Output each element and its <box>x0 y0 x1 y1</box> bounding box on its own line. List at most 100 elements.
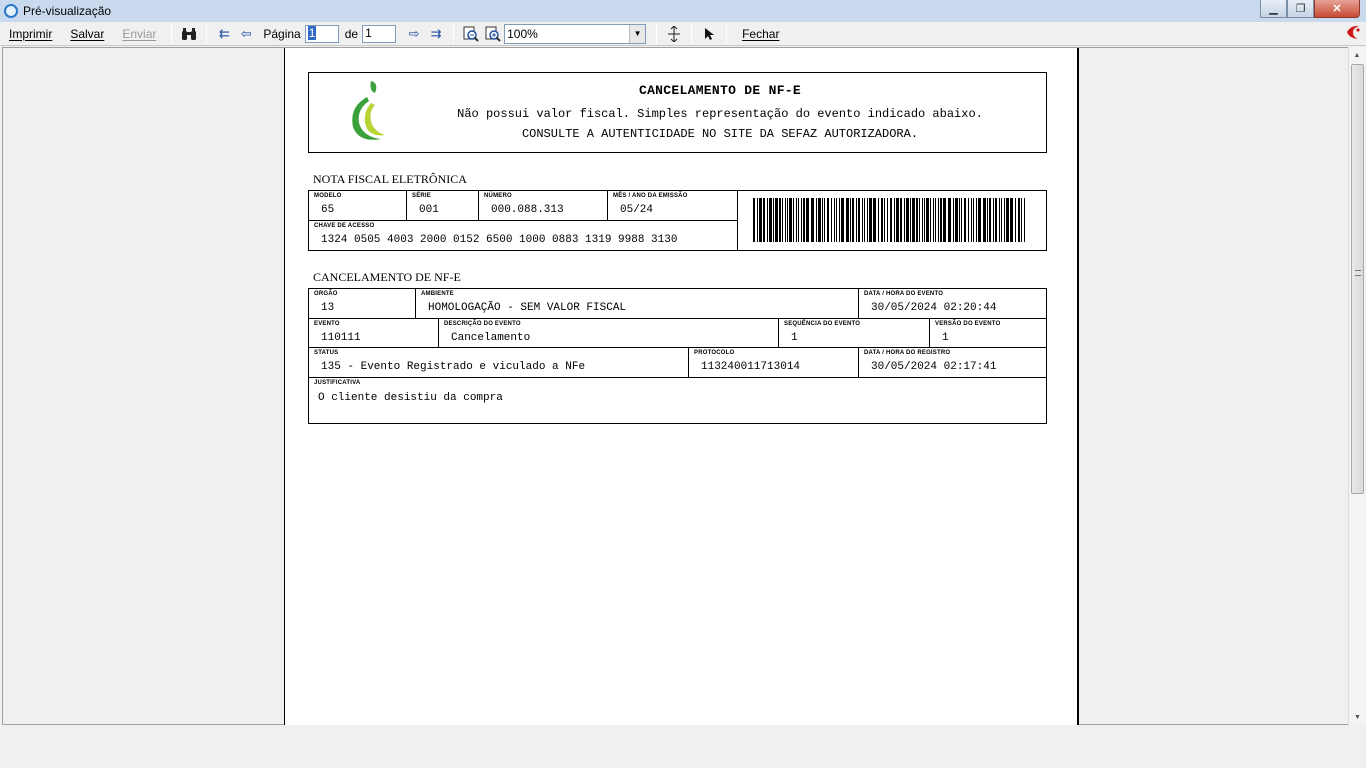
barcode-bar <box>836 198 837 242</box>
barcode-bar <box>822 198 823 242</box>
barcode-bar <box>971 198 972 242</box>
barcode-bar <box>831 198 832 242</box>
evento-cell: EVENTO 110111 <box>309 319 439 348</box>
last-page-icon[interactable]: ⇉ <box>426 24 446 44</box>
send-button[interactable]: Enviar <box>113 27 165 41</box>
barcode-bar <box>796 198 797 242</box>
scroll-up-icon[interactable]: ▲ <box>1349 47 1365 63</box>
minimize-button[interactable]: ▁ <box>1260 0 1287 18</box>
first-page-icon[interactable]: ⇇ <box>214 24 234 44</box>
barcode-bar <box>1024 198 1025 242</box>
barcode-bar <box>867 198 868 242</box>
document-header: CANCELAMENTO DE NF-E Não possui valor fi… <box>308 72 1047 153</box>
barcode-bar <box>900 198 902 242</box>
barcode-bar <box>827 198 829 242</box>
previous-page-icon[interactable]: ⇦ <box>236 24 256 44</box>
orgao-cell: ORGÃO 13 <box>309 289 416 319</box>
datahora-cell: DATA / HORA DO EVENTO 30/05/2024 02:20:4… <box>859 289 1047 319</box>
barcode-bar <box>834 198 835 242</box>
brand-logo-icon <box>1344 23 1362 46</box>
barcode-bar <box>878 198 879 242</box>
scroll-down-icon[interactable]: ▼ <box>1349 709 1366 725</box>
ambiente-cell: AMBIENTE HOMOLOGAÇÃO - SEM VALOR FISCAL <box>416 289 859 319</box>
close-preview-button[interactable]: Fechar <box>733 27 788 41</box>
barcode-bar <box>943 198 946 242</box>
nfe-section-title: NOTA FISCAL ELETRÔNICA <box>313 172 467 186</box>
next-page-icon[interactable]: ⇨ <box>404 24 424 44</box>
barcode-bar <box>846 198 849 242</box>
barcode-bar <box>757 198 758 242</box>
barcode-bar <box>906 198 909 242</box>
chave-value: 1324 0505 4003 2000 0152 6500 1000 0883 … <box>321 234 678 246</box>
barcode-bar <box>983 198 986 242</box>
barcode-bar <box>890 198 892 242</box>
barcode-bar <box>816 198 817 242</box>
vertical-scrollbar[interactable]: ▲ ▼ <box>1348 47 1365 725</box>
barcode-bar <box>919 198 920 242</box>
page-total-field: 1 <box>362 24 397 43</box>
barcode-bar <box>930 198 931 242</box>
barcode-bar <box>924 198 925 242</box>
justificativa-cell: JUSTIFICATIVA O cliente desistiu da comp… <box>314 380 503 404</box>
barcode-bar <box>961 198 962 242</box>
zoom-in-icon[interactable] <box>483 24 503 44</box>
barcode-bar <box>935 198 936 242</box>
barcode-bar <box>1018 198 1020 242</box>
toolbar-separator <box>726 23 728 44</box>
barcode-bar <box>789 198 792 242</box>
versao-cell: VERSÃO DO EVENTO 1 <box>930 319 1047 348</box>
document-page: CANCELAMENTO DE NF-E Não possui valor fi… <box>284 48 1079 725</box>
barcode-bar <box>940 198 942 242</box>
toolbar-separator <box>656 23 658 44</box>
barcode-bar <box>759 198 762 242</box>
find-binoculars-icon[interactable] <box>179 24 199 44</box>
barcode-bar <box>769 198 772 242</box>
barcode-bar <box>787 198 788 242</box>
maximize-button[interactable]: ❐ <box>1287 0 1314 18</box>
barcode-bar <box>976 198 977 242</box>
pointer-icon[interactable] <box>699 24 719 44</box>
barcode-bar <box>989 198 991 242</box>
header-authenticity: CONSULTE A AUTENTICIDADE NO SITE DA SEFA… <box>521 127 919 141</box>
barcode-bar <box>916 198 918 242</box>
page-label: Página <box>263 26 301 41</box>
serie-value: 001 <box>419 204 439 216</box>
barcode-bar <box>884 198 885 242</box>
orgao-value: 13 <box>321 302 335 314</box>
page-number-input[interactable]: 1 <box>304 24 339 43</box>
barcode-bar <box>896 198 899 242</box>
preview-toolbar: Imprimir Salvar Enviar ⇇ ⇦ Página 1 de 1… <box>0 22 1366 46</box>
barcode-bar <box>1001 198 1002 242</box>
barcode-bar <box>955 198 958 242</box>
page-width-icon[interactable] <box>664 24 684 44</box>
barcode-bar <box>926 198 929 242</box>
protocolo-cell: PROTOCOLO 113240011713014 <box>689 348 859 378</box>
scrollbar-thumb[interactable] <box>1351 64 1364 494</box>
close-window-button[interactable]: ✕ <box>1314 0 1360 18</box>
barcode-bar <box>856 198 857 242</box>
barcode-bar <box>1021 198 1022 242</box>
status-cell: STATUS 135 - Evento Registrado e viculad… <box>309 348 689 378</box>
barcode-bar <box>852 198 854 242</box>
zoom-select[interactable]: 100% ▼ <box>504 23 647 44</box>
barcode-bar <box>995 198 997 242</box>
barcode-bar <box>801 198 802 242</box>
barcode-bar <box>818 198 821 242</box>
barcode-bar <box>824 198 825 242</box>
barcode-bar <box>803 198 805 242</box>
descricao-cell: DESCRIÇÃO DO EVENTO Cancelamento <box>439 319 779 348</box>
zoom-out-icon[interactable] <box>461 24 481 44</box>
numero-cell: NÚMERO 000.088.313 <box>479 191 608 221</box>
barcode-bar <box>785 198 786 242</box>
toolbar-separator <box>453 23 455 44</box>
chevron-down-icon[interactable]: ▼ <box>629 24 646 43</box>
barcode-bar <box>753 198 755 242</box>
sequencia-cell: SEQUÊNCIA DO EVENTO 1 <box>779 319 930 348</box>
barcode-bar <box>999 198 1000 242</box>
save-button[interactable]: Salvar <box>61 27 113 41</box>
print-button[interactable]: Imprimir <box>0 27 61 41</box>
barcode-bar <box>904 198 905 242</box>
window-titlebar: Pré-visualização ▁ ❐ ✕ <box>0 0 1366 22</box>
barcode-bar <box>1006 198 1009 242</box>
evento-value: 110111 <box>321 332 361 344</box>
